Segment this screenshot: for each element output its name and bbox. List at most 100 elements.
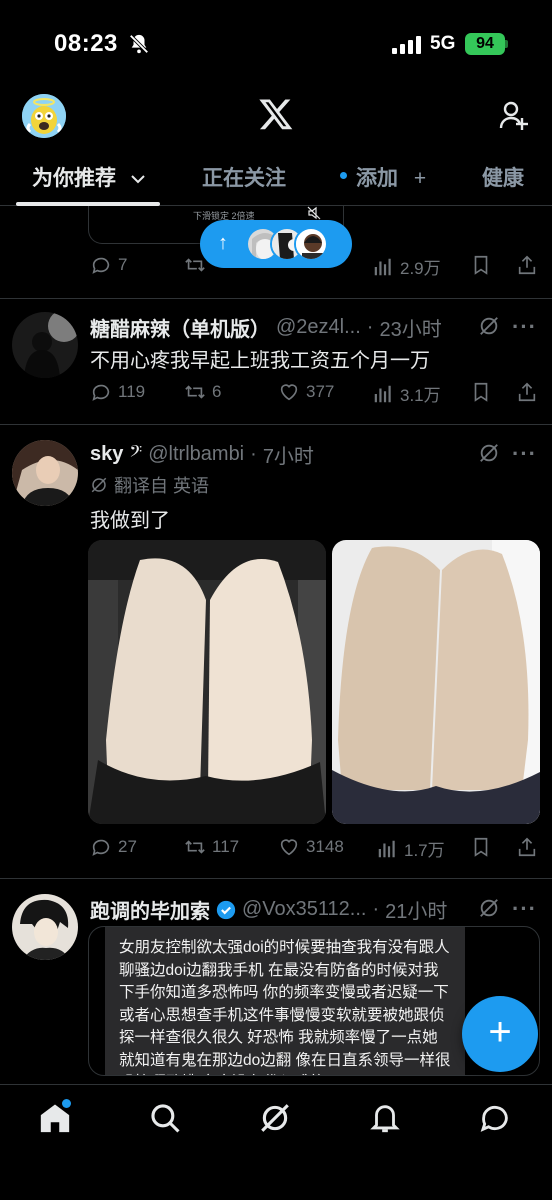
tweet-header: 跑调的毕加索 @Vox35112... · 21小时 <box>90 895 447 924</box>
grok-icon[interactable] <box>478 315 500 337</box>
retweet-button[interactable]: 6 <box>184 381 221 403</box>
retweet-count: 6 <box>212 382 222 401</box>
grok-icon <box>91 477 107 493</box>
reply-button[interactable]: 7 <box>90 254 127 276</box>
tweet-avatar[interactable] <box>12 312 78 378</box>
retweet-icon <box>185 840 205 854</box>
tab-add[interactable]: 添加 + <box>356 162 426 192</box>
views-count: 2.9万 <box>400 259 441 278</box>
verified-badge-icon <box>216 900 236 919</box>
views-icon <box>378 840 395 857</box>
translated-from[interactable]: 翻译自 英语 <box>90 472 209 498</box>
timestamp: 23小时 <box>379 319 442 341</box>
tab-add-label: 添加 <box>356 167 398 190</box>
battery-indicator: 94 <box>465 33 505 55</box>
more-options-icon[interactable]: ··· <box>512 316 536 344</box>
share-button[interactable] <box>516 836 538 858</box>
retweet-button[interactable]: 117 <box>184 836 239 858</box>
tweet-photo[interactable] <box>332 540 540 824</box>
bookmark-icon <box>474 837 488 857</box>
tab-for-you[interactable]: 为你推荐 <box>32 162 146 192</box>
divider <box>0 424 552 425</box>
tweet-avatar[interactable] <box>12 894 78 960</box>
status-time: 08:23 <box>54 30 118 57</box>
more-options-icon[interactable]: ··· <box>512 443 536 471</box>
heart-icon <box>280 384 298 401</box>
grok-icon[interactable] <box>478 442 500 464</box>
tab-for-you-label: 为你推荐 <box>32 167 116 190</box>
dot-separator: · <box>250 443 257 465</box>
plus-icon: + <box>488 1010 512 1054</box>
like-button[interactable]: 3148 <box>278 836 344 858</box>
views-count: 3.1万 <box>400 386 441 405</box>
compose-button[interactable]: + <box>462 996 538 1072</box>
bell-icon[interactable] <box>368 1101 402 1135</box>
home-notification-dot <box>62 1099 71 1108</box>
reply-count: 119 <box>118 382 146 401</box>
arrow-up-icon: ↑ <box>218 232 228 254</box>
views-button[interactable]: 1.7万 <box>376 836 445 861</box>
tweet-photo[interactable] <box>88 540 326 824</box>
tweet-text: 我做到了 <box>90 510 170 532</box>
retweet-button[interactable] <box>184 254 206 276</box>
name-badge: 𝄢 <box>129 443 143 465</box>
divider <box>0 298 552 299</box>
like-button[interactable]: 377 <box>278 381 334 403</box>
views-icon <box>374 385 391 402</box>
share-button[interactable] <box>516 254 538 276</box>
x-logo-icon[interactable] <box>258 96 294 132</box>
reply-icon <box>92 257 110 274</box>
add-user-icon[interactable] <box>498 100 530 132</box>
views-count: 1.7万 <box>404 841 445 860</box>
author-handle[interactable]: @2ez4l... <box>276 316 361 339</box>
bookmark-button[interactable] <box>470 254 492 276</box>
tab-following[interactable]: 正在关注 <box>202 162 286 192</box>
author-handle[interactable]: @ltrlbambi <box>148 443 244 466</box>
dot-separator: · <box>366 316 374 338</box>
retweet-count: 117 <box>212 837 240 856</box>
reply-icon <box>92 839 110 856</box>
tweet-avatar[interactable] <box>12 440 78 506</box>
author-name[interactable]: 糖醋麻辣（单机版） <box>90 313 270 342</box>
share-button[interactable] <box>516 381 538 403</box>
dot-separator: · <box>372 898 380 920</box>
bookmark-icon <box>474 255 488 275</box>
bookmark-icon <box>474 382 488 402</box>
grok-icon[interactable] <box>478 897 500 919</box>
views-button[interactable]: 2.9万 <box>372 254 441 279</box>
like-count: 377 <box>306 382 335 401</box>
reply-icon <box>92 384 110 401</box>
views-button[interactable]: 3.1万 <box>372 381 441 406</box>
author-name[interactable]: 跑调的毕加索 <box>90 895 210 924</box>
more-options-icon[interactable]: ··· <box>512 898 536 926</box>
reply-button[interactable]: 119 <box>90 381 145 403</box>
tweet-actions: 119 6 377 3.1万 <box>90 381 540 409</box>
divider <box>0 878 552 879</box>
views-icon <box>374 258 391 275</box>
like-count: 3148 <box>306 837 344 856</box>
tab-health[interactable]: 健康 <box>482 162 524 192</box>
profile-avatar[interactable] <box>22 94 66 138</box>
bookmark-button[interactable] <box>470 836 492 858</box>
author-name[interactable]: sky <box>90 443 123 466</box>
mute-media-icon[interactable] <box>307 206 321 220</box>
bell-slash-icon <box>129 34 149 54</box>
signal-icon <box>392 36 421 54</box>
feed-tabs: 为你推荐 正在关注 添加 + 健康 <box>0 150 552 206</box>
new-tab-dot <box>340 172 347 179</box>
author-handle[interactable]: @Vox35112... <box>242 898 366 921</box>
bookmark-button[interactable] <box>470 381 492 403</box>
search-icon[interactable] <box>148 1101 182 1135</box>
translated-label: 翻译自 英语 <box>114 476 210 496</box>
messages-icon[interactable] <box>478 1101 512 1135</box>
tweet-actions: 27 117 3148 1.7万 <box>90 836 540 864</box>
tweet-header: sky 𝄢 @ltrlbambi · 7小时 <box>90 440 314 469</box>
image-text: 女朋友控制欲太强doi的时候要抽查我有没有跟人聊骚边doi边翻我手机 在最没有防… <box>105 927 465 1075</box>
network-type: 5G <box>430 33 456 54</box>
timestamp: 7小时 <box>262 446 314 468</box>
grok-icon[interactable] <box>258 1101 292 1135</box>
chevron-down-icon <box>131 175 145 184</box>
reply-button[interactable]: 27 <box>90 836 137 858</box>
reply-count: 27 <box>118 837 137 856</box>
reply-count: 7 <box>118 255 128 274</box>
